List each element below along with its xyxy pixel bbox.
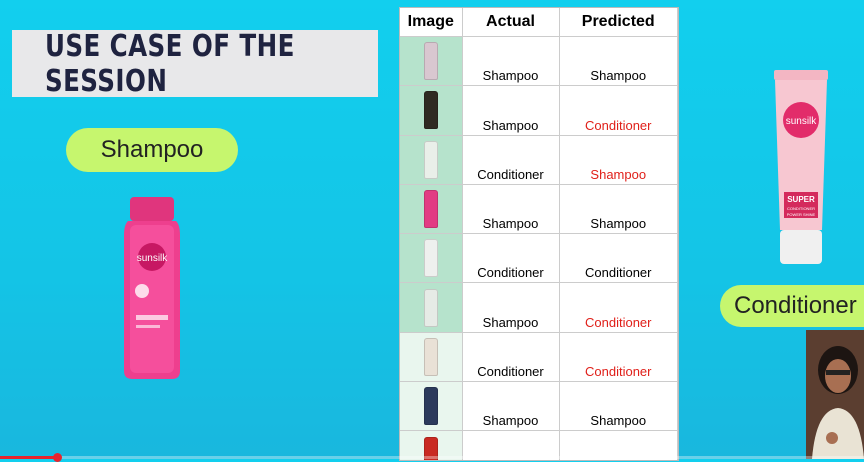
table-row: Shampoo Conditioner xyxy=(400,85,678,136)
predicted-label-cell: Conditioner xyxy=(559,332,678,383)
table-row: Shampoo Conditioner xyxy=(400,282,678,333)
actual-label-cell: Shampoo xyxy=(462,85,560,136)
conditioner-tube-image: sunsilk SUPER CONDITIONER POWER SHINE xyxy=(774,70,828,264)
product-thumbnail xyxy=(400,233,463,284)
actual-label-cell: Shampoo xyxy=(462,184,560,235)
actual-label-cell: Conditioner xyxy=(462,332,560,383)
product-thumbnail-image xyxy=(423,239,438,278)
shampoo-bottle-image: sunsilk xyxy=(124,197,180,379)
product-thumbnail-image xyxy=(423,42,438,81)
actual-label-cell: Shampoo xyxy=(462,282,560,333)
predicted-label-cell: Shampoo xyxy=(559,381,678,432)
prediction-table: Image Actual Predicted Shampoo Shampoo Sha… xyxy=(399,7,679,461)
predicted-label-cell: Conditioner xyxy=(559,233,678,284)
header-predicted: Predicted xyxy=(559,8,678,37)
actual-label-cell: Conditioner xyxy=(462,233,560,284)
table-header-row: Image Actual Predicted xyxy=(400,8,678,37)
product-thumbnail-image xyxy=(423,288,438,327)
presenter-webcam xyxy=(806,330,864,459)
actual-label-cell: Conditioner xyxy=(462,135,560,185)
conditioner-label: Conditioner xyxy=(720,285,864,327)
product-thumbnail-image xyxy=(423,91,438,130)
predicted-label-cell: Conditioner xyxy=(559,282,678,333)
svg-text:SUPER: SUPER xyxy=(787,195,815,204)
product-thumbnail-image xyxy=(423,190,438,229)
slide-title: USE CASE OF THE SESSION xyxy=(44,28,295,99)
conditioner-brand-text: sunsilk xyxy=(786,116,818,127)
product-thumbnail xyxy=(400,184,463,235)
product-thumbnail xyxy=(400,85,463,136)
predicted-label-cell: Shampoo xyxy=(559,184,678,235)
table-row: Shampoo Shampoo xyxy=(400,184,678,235)
product-thumbnail xyxy=(400,381,463,432)
predicted-label-cell: Shampoo xyxy=(559,135,678,185)
shampoo-brand-text: sunsilk xyxy=(137,253,169,264)
header-image: Image xyxy=(400,8,463,37)
product-thumbnail xyxy=(400,282,463,333)
predicted-label-cell: Shampoo xyxy=(559,36,678,87)
table-row: Shampoo Shampoo xyxy=(400,381,678,432)
predicted-label-cell: Conditioner xyxy=(559,85,678,136)
table-row: Conditioner Conditioner xyxy=(400,332,678,383)
product-thumbnail xyxy=(400,332,463,383)
table-row: Shampoo Shampoo xyxy=(400,36,678,87)
video-scrubber-handle[interactable] xyxy=(53,453,62,462)
header-actual: Actual xyxy=(462,8,560,37)
product-thumbnail-image xyxy=(423,140,438,179)
product-thumbnail xyxy=(400,135,463,185)
product-thumbnail-image xyxy=(423,337,438,376)
svg-text:POWER SHINE: POWER SHINE xyxy=(787,212,816,217)
table-row: Conditioner Conditioner xyxy=(400,233,678,284)
product-thumbnail-image xyxy=(423,387,438,426)
slide-title-box: USE CASE OF THE SESSION xyxy=(12,28,378,99)
shampoo-label: Shampoo xyxy=(66,128,238,172)
actual-label-cell: Shampoo xyxy=(462,36,560,87)
table-row: ConditionerShampoo xyxy=(400,135,678,185)
product-thumbnail xyxy=(400,36,463,87)
actual-label-cell: Shampoo xyxy=(462,381,560,432)
svg-text:CONDITIONER: CONDITIONER xyxy=(787,206,815,211)
